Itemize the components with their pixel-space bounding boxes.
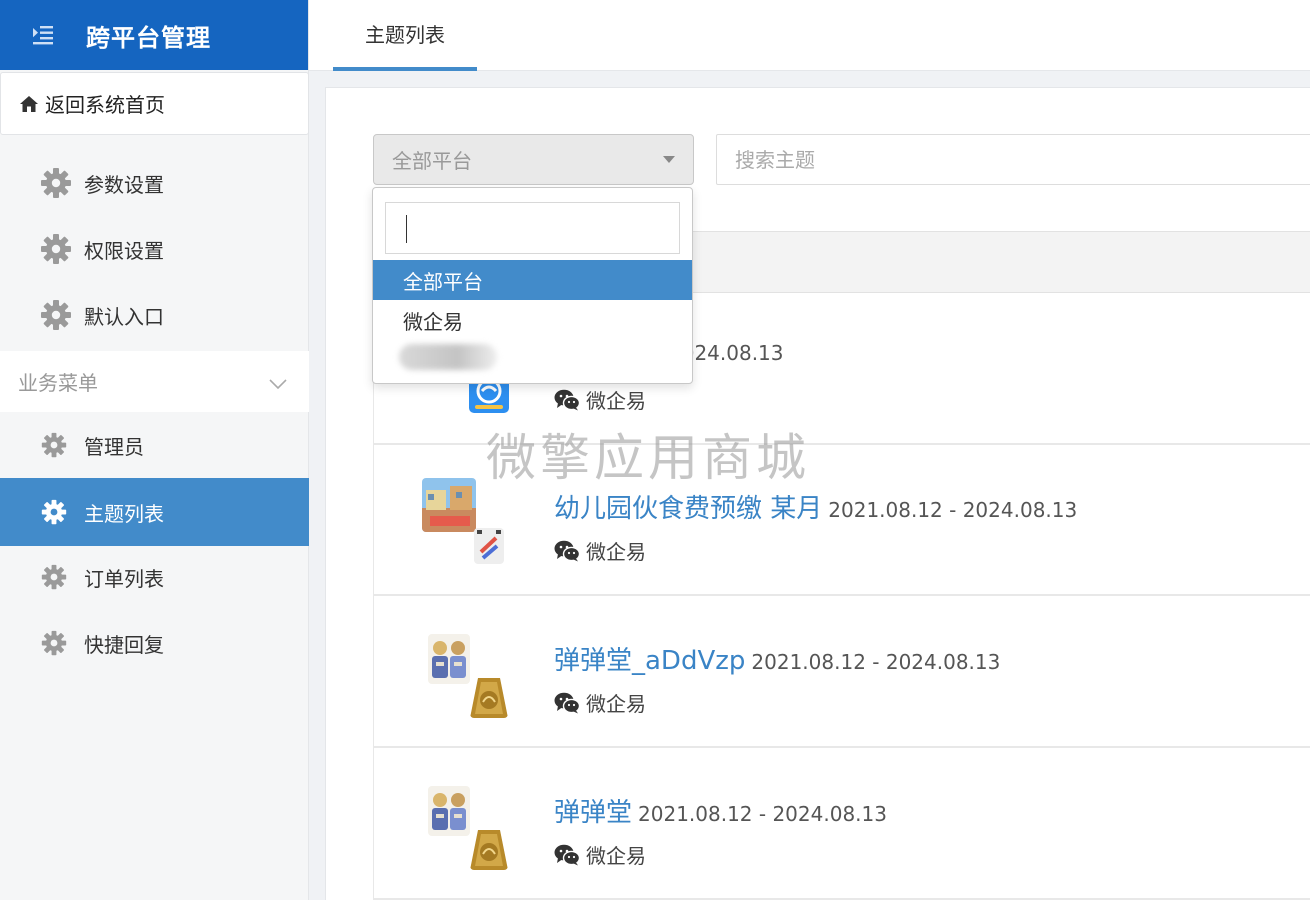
topic-name[interactable]: 弹弹堂 [554, 798, 632, 828]
sidebar-item-topics[interactable]: 主题列表 [0, 478, 309, 546]
topic-platform: 微企易 [554, 840, 646, 869]
sidebar-item-label: 主题列表 [84, 501, 164, 526]
tab-bar: 主题列表 [309, 0, 1310, 71]
topic-logo-image [470, 678, 508, 718]
sidebar-item-admins[interactable]: 管理员 [0, 412, 309, 478]
app-title: 跨平台管理 [86, 23, 211, 52]
topic-platform: 微企易 [554, 688, 646, 717]
dropdown-option-blurred[interactable] [399, 344, 497, 370]
gear-icon [40, 629, 68, 657]
sidebar-item-quick-reply[interactable]: 快捷回复 [0, 610, 309, 676]
platform-select[interactable]: 全部平台 [373, 134, 694, 185]
topic-title: 幼儿园伙食费预缴 某月 2021.08.12 - 2024.08.13 [554, 488, 1077, 525]
sidebar-item-default-entry[interactable]: 默认入口 [0, 282, 309, 348]
dropdown-option-all[interactable]: 全部平台 [373, 260, 692, 300]
gear-icon [40, 299, 72, 331]
home-link[interactable]: 返回系统首页 [0, 72, 309, 135]
topic-date-range: 2021.08.12 - 2024.08.13 [751, 650, 1001, 674]
home-link-label: 返回系统首页 [45, 93, 165, 117]
chevron-down-icon [269, 370, 287, 394]
topic-date-range: 2021.08.12 - 2024.08.13 [638, 802, 887, 826]
topic-name[interactable]: 弹弹堂_aDdVzp [554, 646, 745, 676]
caret-down-icon [663, 156, 675, 163]
sidebar-item-permissions[interactable]: 权限设置 [0, 216, 309, 282]
platform-name: 微企易 [586, 389, 646, 413]
platform-select-value: 全部平台 [392, 149, 472, 173]
sidebar-item-label: 快捷回复 [84, 632, 164, 657]
topic-platform: 微企易 [554, 385, 646, 414]
gear-icon [40, 498, 68, 526]
topic-title: 弹弹堂_aDdVzp 2021.08.12 - 2024.08.13 [554, 640, 1000, 677]
gear-icon [40, 233, 72, 265]
wechat-icon [554, 389, 580, 411]
brand-header: 跨平台管理 [0, 0, 308, 70]
topic-title: 弹弹堂 2021.08.12 - 2024.08.13 [554, 792, 887, 829]
table-row[interactable]: 弹弹堂 2021.08.12 - 2024.08.13 微企易 [373, 748, 1310, 900]
wechat-icon [554, 692, 580, 714]
gear-icon [40, 563, 68, 591]
text-cursor [406, 215, 407, 243]
gear-icon [40, 431, 68, 459]
menu-toggle-icon[interactable] [0, 25, 86, 45]
sidebar-item-label: 参数设置 [84, 172, 164, 197]
table-row[interactable]: 弹弹堂_aDdVzp 2021.08.12 - 2024.08.13 微企易 [373, 596, 1310, 748]
sidebar-item-label: 管理员 [84, 434, 144, 459]
platform-dropdown: 全部平台 微企易 [372, 187, 693, 384]
dropdown-search-input[interactable] [385, 202, 680, 254]
tab-topic-list[interactable]: 主题列表 [333, 0, 477, 71]
topic-date-range: 2021.08.12 - 2024.08.13 [828, 498, 1078, 522]
topic-logo-image [470, 830, 508, 870]
platform-name: 微企易 [586, 844, 646, 868]
sidebar-item-label: 订单列表 [84, 566, 164, 591]
home-icon [19, 95, 39, 113]
platform-name: 微企易 [586, 540, 646, 564]
section-label: 业务菜单 [18, 371, 98, 395]
sidebar-item-label: 权限设置 [84, 238, 164, 263]
sidebar-item-orders[interactable]: 订单列表 [0, 544, 309, 610]
topic-search-input[interactable] [716, 134, 1310, 185]
sidebar-item-params[interactable]: 参数设置 [0, 150, 309, 216]
topic-image [428, 634, 470, 684]
wechat-icon [554, 844, 580, 866]
topic-name[interactable]: 幼儿园伙食费预缴 某月 [554, 494, 822, 524]
sidebar: 跨平台管理 返回系统首页 参数设置 权限设置 默认入口 业务菜单 管理员 主题列… [0, 0, 309, 900]
topic-image [428, 786, 470, 836]
wechat-icon [554, 540, 580, 562]
sidebar-section-business[interactable]: 业务菜单 [0, 351, 309, 412]
sidebar-item-label: 默认入口 [84, 304, 164, 329]
topic-image [422, 478, 476, 532]
topic-logo-image [474, 528, 504, 564]
platform-name: 微企易 [586, 692, 646, 716]
gear-icon [40, 167, 72, 199]
topic-platform: 微企易 [554, 536, 646, 565]
dropdown-option-weiqiyi[interactable]: 微企易 [373, 300, 692, 340]
table-row[interactable]: 幼儿园伙食费预缴 某月 2021.08.12 - 2024.08.13 微企易 [373, 444, 1310, 596]
